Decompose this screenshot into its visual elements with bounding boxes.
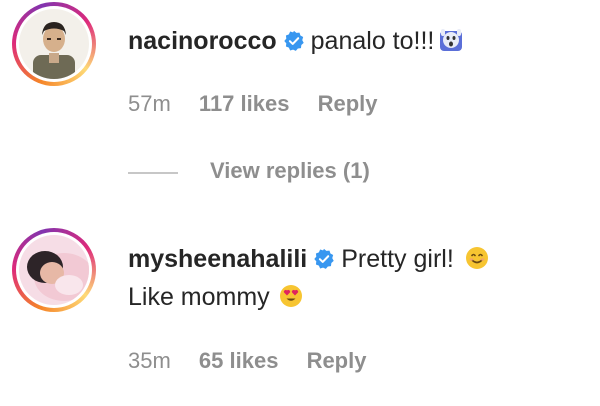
avatar[interactable] [12,2,96,86]
comment-text-line: nacinorocco panalo to!!! [128,26,464,56]
comment-time: 57m [128,91,171,116]
comment-text: panalo to!!! [310,27,435,55]
username-link[interactable]: mysheenahalili [128,245,307,273]
view-replies-button[interactable]: View replies (1) [128,158,428,188]
view-replies-divider [128,172,178,174]
comment-text-line-2: Like mommy [128,282,304,312]
comment-item: mysheenahalili Pretty girl! Like mommy 3… [0,222,600,406]
view-replies-label[interactable]: View replies (1) [210,158,370,184]
smiling-face-emoji-icon [465,247,488,269]
screaming-face-emoji-icon [440,29,463,51]
likes-count[interactable]: 65 likes [199,348,279,373]
username-link[interactable]: nacinorocco [128,27,277,55]
verified-badge-icon [314,248,334,269]
likes-count[interactable]: 117 likes [199,91,290,116]
comment-time: 35m [128,348,171,373]
avatar[interactable] [12,228,96,312]
comment-text-line: mysheenahalili Pretty girl! [128,244,490,274]
reply-button[interactable]: Reply [318,91,378,116]
verified-badge-icon [283,30,304,51]
comment-text: Pretty girl! [341,245,454,273]
avatar-image-icon [19,9,89,79]
heart-eyes-emoji-icon [279,285,302,307]
comment-meta: 57m 117 likes Reply [128,91,400,117]
comment-meta: 35m 65 likes Reply [128,348,388,374]
comment-text-continued: Like mommy [128,283,270,311]
reply-button[interactable]: Reply [307,348,367,373]
comment-item: nacinorocco panalo to!!! 57m 117 likes R… [0,0,600,183]
avatar-image-icon [19,235,89,305]
